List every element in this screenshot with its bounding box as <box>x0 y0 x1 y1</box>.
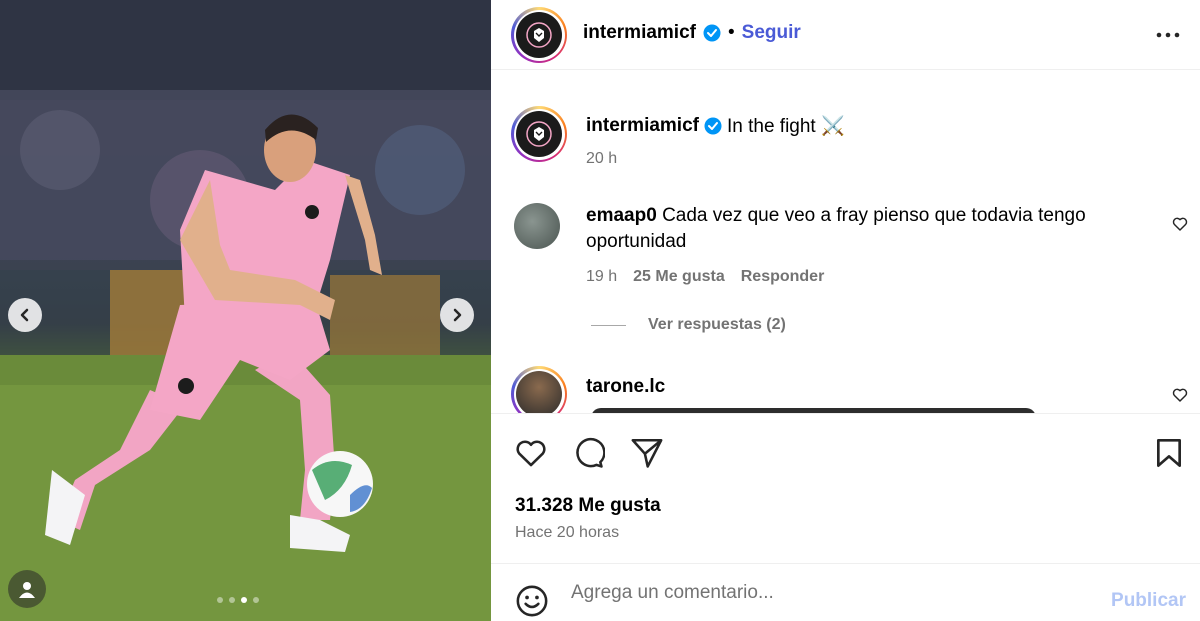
bookmark-icon <box>1157 439 1181 467</box>
share-button[interactable] <box>630 436 664 475</box>
comment-username[interactable]: emaap0 <box>586 205 657 226</box>
next-slide-button[interactable] <box>440 298 474 332</box>
comment-input[interactable] <box>571 578 1091 608</box>
author-username[interactable]: intermiamicf <box>583 22 696 44</box>
comment: tarone.lc <box>586 376 665 398</box>
verified-badge-icon <box>703 24 721 42</box>
caption: intermiamicf In the fight ⚔️ <box>586 114 845 138</box>
verified-badge-icon <box>704 117 722 135</box>
carousel-dot <box>253 597 259 603</box>
post-photo <box>0 0 491 621</box>
like-button[interactable] <box>513 436 549 475</box>
like-comment-button[interactable] <box>1172 387 1188 408</box>
post-actions: 31.328 Me gusta Hace 20 horas <box>491 413 1200 563</box>
user-icon <box>19 582 35 598</box>
comment-text: Cada vez que veo a fray pienso que todav… <box>586 205 1086 252</box>
reply-button[interactable]: Responder <box>741 268 825 286</box>
like-count[interactable]: 31.328 Me gusta <box>515 495 661 517</box>
more-horizontal-icon <box>1156 32 1180 38</box>
chevron-left-icon <box>20 308 29 322</box>
emoji-button[interactable] <box>515 584 549 621</box>
paper-plane-icon <box>631 438 663 468</box>
club-crest-icon <box>516 12 562 58</box>
comment-composer: Publicar <box>491 563 1200 621</box>
chevron-right-icon <box>453 308 462 322</box>
replies-divider <box>591 324 626 326</box>
comment-meta: 19 h 25 Me gusta Responder <box>586 268 824 286</box>
comment-username[interactable]: tarone.lc <box>586 376 665 397</box>
author-avatar[interactable] <box>511 7 567 63</box>
carousel-dot <box>217 597 223 603</box>
comment-age: 19 h <box>586 268 618 285</box>
comment: emaap0 Cada vez que veo a fray pienso qu… <box>586 203 1126 255</box>
comment-likes[interactable]: 25 Me gusta <box>633 268 725 286</box>
comments-section[interactable]: intermiamicf In the fight ⚔️ 20 h emaap0… <box>491 71 1200 413</box>
comment-button[interactable] <box>571 436 606 475</box>
commenter-avatar[interactable] <box>511 366 567 413</box>
tagged-users-button[interactable] <box>8 570 46 608</box>
caption-author-avatar[interactable] <box>511 106 567 162</box>
club-crest-icon <box>516 111 562 157</box>
save-button[interactable] <box>1153 436 1185 475</box>
view-replies-button[interactable]: Ver respuestas (2) <box>591 316 786 334</box>
carousel-indicator <box>217 597 259 603</box>
heart-icon <box>1172 217 1188 231</box>
commenter-avatar[interactable] <box>514 203 560 249</box>
comment-bubble-icon <box>576 437 606 468</box>
caption-username[interactable]: intermiamicf <box>586 115 699 137</box>
emoji-icon <box>516 585 548 617</box>
follow-button[interactable]: Seguir <box>742 22 801 44</box>
like-comment-button[interactable] <box>1172 216 1188 237</box>
view-replies-label: Ver respuestas (2) <box>648 316 786 333</box>
post-media[interactable] <box>0 0 491 621</box>
carousel-dot <box>229 597 235 603</box>
post-timestamp[interactable]: Hace 20 horas <box>515 524 619 542</box>
header-separator: • <box>727 22 735 43</box>
heart-icon <box>516 440 546 467</box>
post-sidebar: intermiamicf • Seguir intermiamicf In th… <box>491 0 1200 621</box>
previous-slide-button[interactable] <box>8 298 42 332</box>
caption-text: In the fight ⚔️ <box>726 116 845 137</box>
more-options-button[interactable] <box>1156 24 1180 51</box>
post-header: intermiamicf • Seguir <box>491 0 1200 70</box>
caption-age: 20 h <box>586 150 618 167</box>
carousel-dot-active <box>241 597 247 603</box>
publish-button[interactable]: Publicar <box>1111 590 1186 612</box>
heart-icon <box>1172 388 1188 402</box>
